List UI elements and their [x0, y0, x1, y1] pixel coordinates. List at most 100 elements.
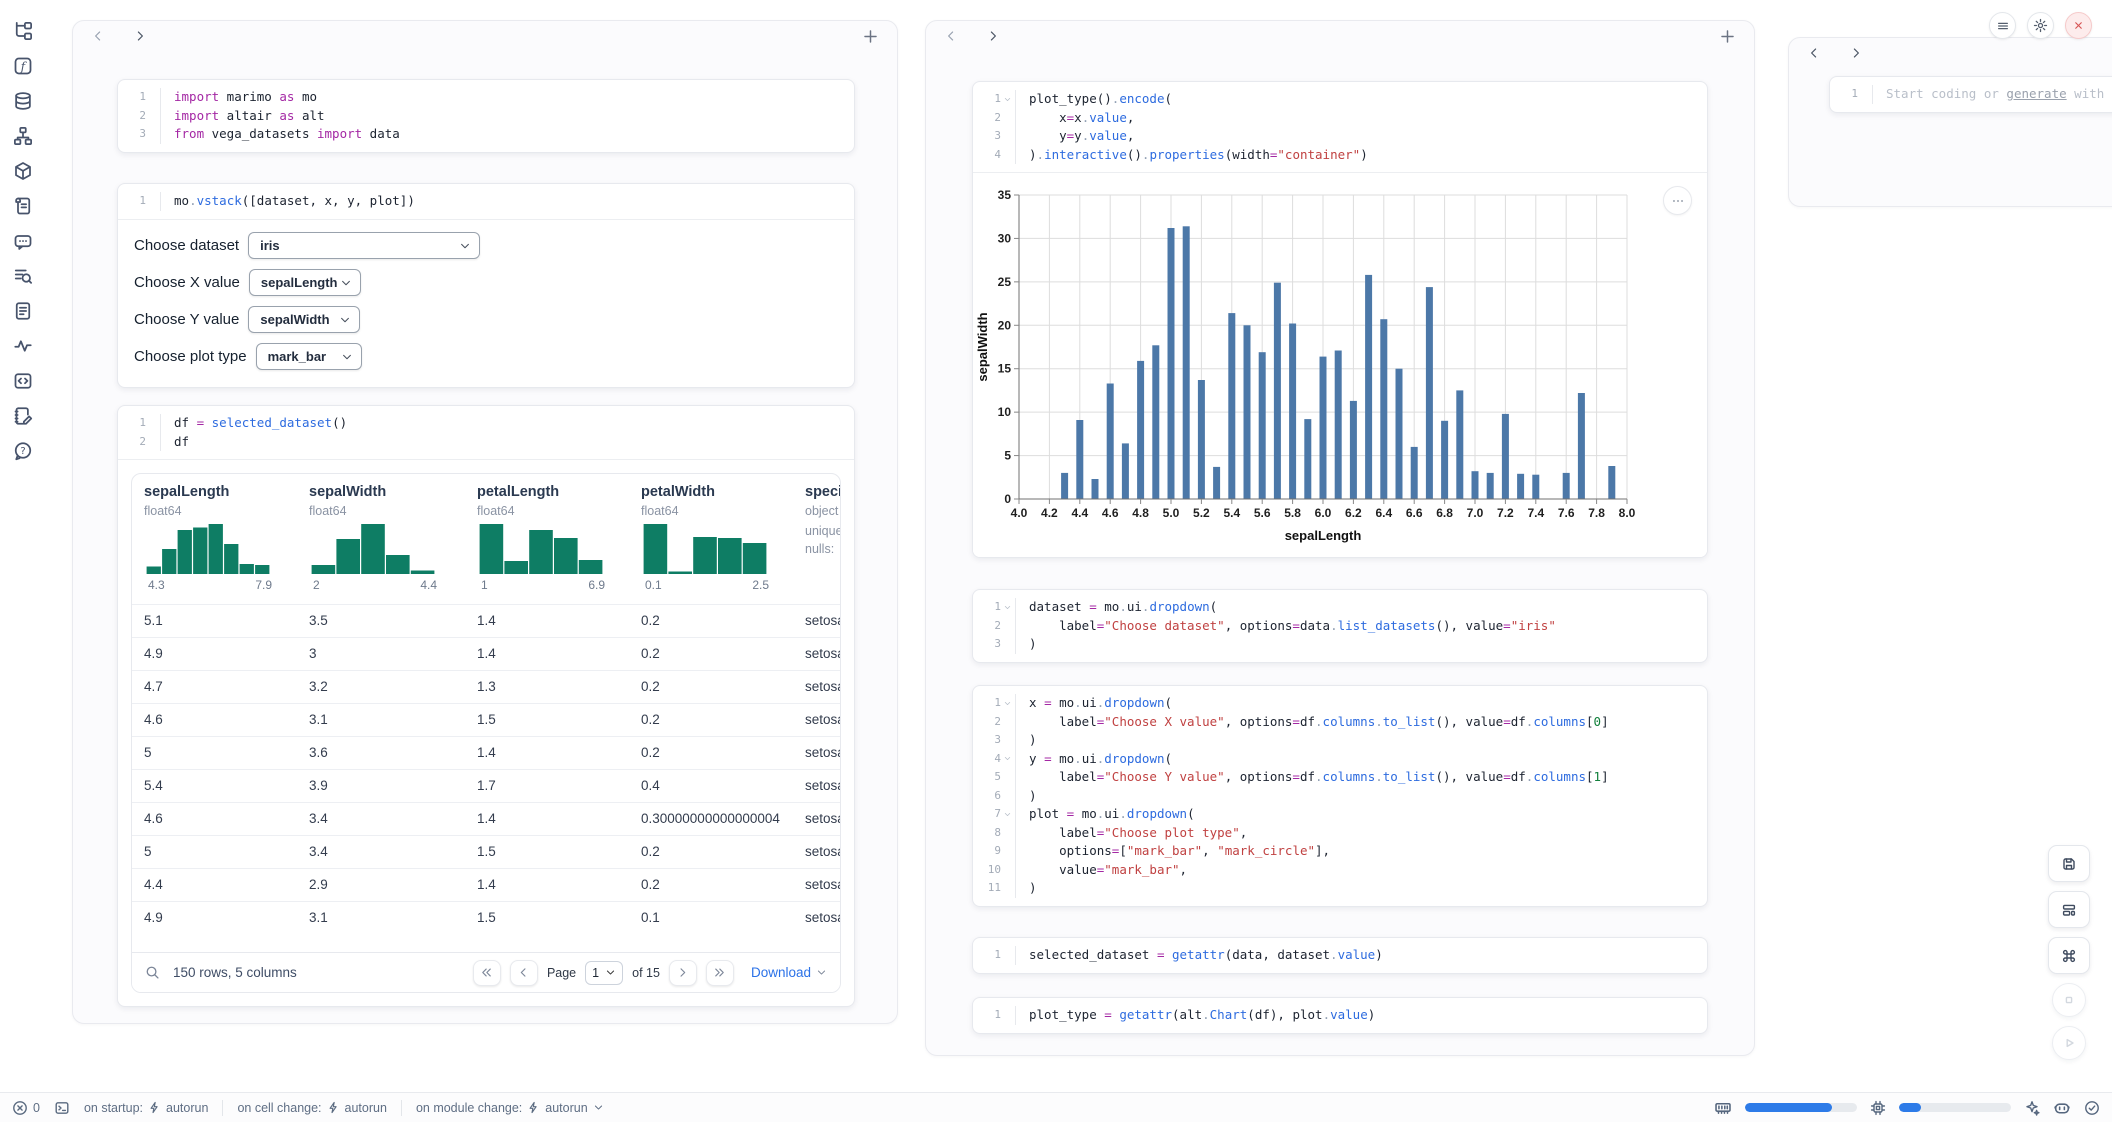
- menu-button[interactable]: [1989, 12, 2016, 39]
- y-value-select[interactable]: sepalWidth: [248, 306, 360, 333]
- code-line[interactable]: 2 x=x.value,: [973, 109, 1707, 128]
- page-select[interactable]: 1: [585, 961, 623, 985]
- shutdown-button[interactable]: [2065, 12, 2092, 39]
- logs-button[interactable]: [12, 265, 34, 287]
- table-row[interactable]: 53.41.50.2setosa: [132, 835, 840, 868]
- add-cell-button[interactable]: [862, 28, 879, 45]
- code-line[interactable]: 2 label="Choose dataset", options=data.l…: [973, 617, 1707, 636]
- code-editor[interactable]: 1df = selected_dataset()2df: [118, 406, 854, 459]
- scratchpad-button[interactable]: [12, 195, 34, 217]
- code-line[interactable]: 1plot_type().encode(: [973, 90, 1707, 109]
- bar-chart[interactable]: 4.04.24.44.64.85.05.25.45.65.86.06.26.46…: [973, 173, 1708, 557]
- code-line[interactable]: 3): [973, 731, 1707, 750]
- fold-chevron-icon[interactable]: [1001, 809, 1013, 819]
- ai-chat-button[interactable]: [12, 230, 34, 252]
- code-editor[interactable]: 1plot_type().encode(2 x=x.value,3 y=y.va…: [973, 82, 1707, 172]
- datasources-button[interactable]: [12, 90, 34, 112]
- code-editor[interactable]: 1import marimo as mo2import altair as al…: [118, 80, 854, 152]
- plot-type-select[interactable]: mark_bar: [256, 343, 362, 370]
- fold-chevron-icon[interactable]: [1001, 94, 1013, 104]
- dataset-select[interactable]: iris: [248, 232, 480, 259]
- code-line[interactable]: 3from vega_datasets import data: [118, 125, 854, 144]
- cell-vstack[interactable]: 1mo.vstack([dataset, x, y, plot]) Choose…: [117, 183, 855, 388]
- table-row[interactable]: 5.43.91.70.4setosa: [132, 769, 840, 802]
- search-icon[interactable]: [145, 965, 160, 980]
- table-row[interactable]: 4.63.41.40.30000000000000004setosa: [132, 802, 840, 835]
- layout-button[interactable]: [2048, 891, 2090, 928]
- code-line[interactable]: 6): [973, 787, 1707, 806]
- code-line[interactable]: 8 label="Choose plot type",: [973, 824, 1707, 843]
- settings-button[interactable]: [2027, 12, 2054, 39]
- code-line[interactable]: 3): [973, 635, 1707, 654]
- column-prev-icon[interactable]: [91, 29, 105, 43]
- cell-imports[interactable]: 1import marimo as mo2import altair as al…: [117, 79, 855, 153]
- packages-button[interactable]: [12, 160, 34, 182]
- run-button[interactable]: [2052, 1026, 2086, 1060]
- on-cell-change-setting[interactable]: on cell change: autorun: [237, 1101, 387, 1115]
- save-button[interactable]: [2048, 845, 2090, 882]
- cell-xy-dropdowns[interactable]: 1x = mo.ui.dropdown(2 label="Choose X va…: [972, 685, 1708, 907]
- table-row[interactable]: 4.73.21.30.2setosa: [132, 670, 840, 703]
- code-editor[interactable]: 1mo.vstack([dataset, x, y, plot]): [118, 184, 854, 219]
- column-name[interactable]: sepalWidth: [309, 484, 386, 500]
- dependencies-button[interactable]: [12, 125, 34, 147]
- code-line[interactable]: 2 label="Choose X value", options=df.col…: [973, 713, 1707, 732]
- cell-selected-dataset[interactable]: 1selected_dataset = getattr(data, datase…: [972, 937, 1708, 974]
- next-page-button[interactable]: [669, 960, 697, 986]
- code-line[interactable]: 4).interactive().properties(width="conta…: [973, 146, 1707, 165]
- on-module-change-setting[interactable]: on module change: autorun: [416, 1101, 604, 1115]
- code-line[interactable]: 2df: [118, 433, 854, 452]
- stop-button[interactable]: [2052, 983, 2086, 1017]
- column-next-icon[interactable]: [1849, 46, 1863, 60]
- code-line[interactable]: 2import altair as alt: [118, 107, 854, 126]
- code-line[interactable]: 7plot = mo.ui.dropdown(: [973, 805, 1707, 824]
- functions-button[interactable]: f: [12, 55, 34, 77]
- column-name[interactable]: species: [805, 484, 841, 500]
- column-prev-icon[interactable]: [944, 29, 958, 43]
- tracing-button[interactable]: [12, 335, 34, 357]
- code-line[interactable]: 3 y=y.value,: [973, 127, 1707, 146]
- file-explorer-button[interactable]: [12, 20, 34, 42]
- code-editor[interactable]: 1x = mo.ui.dropdown(2 label="Choose X va…: [973, 686, 1707, 906]
- ai-sparkles-icon[interactable]: [2024, 1100, 2040, 1116]
- download-button[interactable]: Download: [751, 965, 827, 980]
- table-row[interactable]: 4.931.40.2setosa: [132, 637, 840, 670]
- generate-with-ai-link[interactable]: generate: [2006, 86, 2066, 101]
- copilot-icon[interactable]: [2053, 1099, 2071, 1117]
- code-line[interactable]: 1x = mo.ui.dropdown(: [973, 694, 1707, 713]
- code-line[interactable]: 1 Start coding or generate with AI: [1830, 85, 2112, 104]
- code-line[interactable]: 10 value="mark_bar",: [973, 861, 1707, 880]
- error-counter[interactable]: 0: [12, 1100, 40, 1116]
- editor-placeholder[interactable]: Start coding or generate with AI: [1872, 85, 2112, 104]
- column-name[interactable]: sepalLength: [144, 484, 229, 500]
- column-histogram[interactable]: [311, 524, 435, 579]
- code-line[interactable]: 1dataset = mo.ui.dropdown(: [973, 598, 1707, 617]
- cell-plot-type[interactable]: 1plot_type = getattr(alt.Chart(df), plot…: [972, 997, 1708, 1034]
- add-cell-button[interactable]: [1719, 28, 1736, 45]
- x-value-select[interactable]: sepalLength: [249, 269, 361, 296]
- cell-dataframe[interactable]: 1df = selected_dataset()2df sepalLengthf…: [117, 405, 855, 1007]
- first-page-button[interactable]: [473, 960, 501, 986]
- table-row[interactable]: 5.13.51.40.2setosa: [132, 604, 840, 637]
- column-name[interactable]: petalLength: [477, 484, 559, 500]
- last-page-button[interactable]: [706, 960, 734, 986]
- table-row[interactable]: 4.93.11.50.1setosa: [132, 901, 840, 934]
- fold-chevron-icon[interactable]: [1001, 698, 1013, 708]
- fold-chevron-icon[interactable]: [1001, 754, 1013, 764]
- code-editor[interactable]: 1dataset = mo.ui.dropdown(2 label="Choos…: [973, 590, 1707, 662]
- column-histogram[interactable]: [146, 524, 270, 579]
- terminal-button[interactable]: [54, 1100, 70, 1116]
- fold-chevron-icon[interactable]: [1001, 602, 1013, 612]
- column-next-icon[interactable]: [986, 29, 1000, 43]
- code-line[interactable]: 11): [973, 879, 1707, 898]
- notebook-button[interactable]: [12, 405, 34, 427]
- code-line[interactable]: 1selected_dataset = getattr(data, datase…: [973, 946, 1707, 965]
- prev-page-button[interactable]: [510, 960, 538, 986]
- help-button[interactable]: ?: [12, 440, 34, 462]
- cell-plot[interactable]: 1plot_type().encode(2 x=x.value,3 y=y.va…: [972, 81, 1708, 558]
- shortcuts-button[interactable]: [2048, 937, 2090, 974]
- column-histogram[interactable]: [643, 524, 767, 579]
- table-row[interactable]: 4.63.11.50.2setosa: [132, 703, 840, 736]
- on-startup-setting[interactable]: on startup: autorun: [84, 1101, 208, 1115]
- outputs-button[interactable]: [12, 370, 34, 392]
